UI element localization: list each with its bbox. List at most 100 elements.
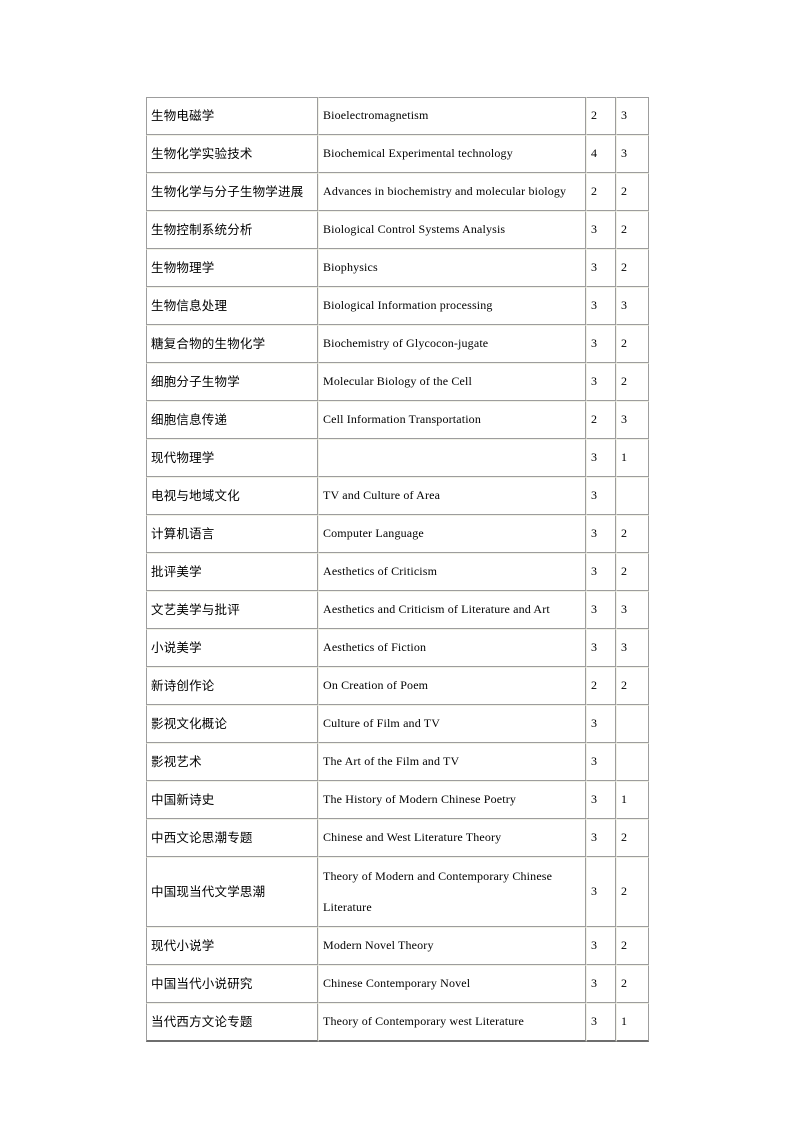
table-row: 小说美学 Aesthetics of Fiction 3 3 <box>146 629 649 667</box>
course-name-chinese: 中国当代小说研究 <box>146 965 318 1003</box>
course-name-english-line: Chinese and West Literature Theory <box>323 830 502 845</box>
course-name-chinese: 影视艺术 <box>146 743 318 781</box>
course-name-english: Molecular Biology of the Cell <box>318 363 586 401</box>
course-name-english-line: Chinese Contemporary Novel <box>323 976 471 991</box>
course-name-chinese: 中西文论思潮专题 <box>146 819 318 857</box>
table-row: 中国新诗史 The History of Modern Chinese Poetr… <box>146 781 649 819</box>
course-name-english-line: Advances in biochemistry and molecular b… <box>323 184 567 199</box>
table-row: 中西文论思潮专题 Chinese and West Literature Theo… <box>146 819 649 857</box>
course-hours: 3 <box>616 629 649 667</box>
course-name-english: On Creation of Poem <box>318 667 586 705</box>
course-credits: 3 <box>586 629 616 667</box>
course-name-english: Biophysics <box>318 249 586 287</box>
course-name-english: Biochemistry of Glycocon-jugate <box>318 325 586 363</box>
course-credits: 3 <box>586 477 616 515</box>
course-hours: 2 <box>616 515 649 553</box>
course-name-chinese: 小说美学 <box>146 629 318 667</box>
course-name-chinese: 生物化学实验技术 <box>146 135 318 173</box>
table-row: 现代小说学 Modern Novel Theory 3 2 <box>146 927 649 965</box>
table-row: 细胞分子生物学 Molecular Biology of the Cell 3 2 <box>146 363 649 401</box>
table-row: 生物物理学 Biophysics 3 2 <box>146 249 649 287</box>
course-name-english: Advances in biochemistry and molecular b… <box>318 173 586 211</box>
course-name-chinese: 生物电磁学 <box>146 97 318 135</box>
course-name-english-line: Aesthetics and Criticism of Literature a… <box>323 602 550 617</box>
course-hours: 2 <box>616 211 649 249</box>
table-row: 生物电磁学 Bioelectromagnetism 2 3 <box>146 97 649 135</box>
course-hours: 3 <box>616 287 649 325</box>
course-credits: 3 <box>586 819 616 857</box>
course-credits: 3 <box>586 287 616 325</box>
course-credits: 3 <box>586 553 616 591</box>
course-name-english-line: Modern Novel Theory <box>323 938 434 953</box>
course-name-english-line: The Art of the Film and TV <box>323 754 460 769</box>
course-name-english: The History of Modern Chinese Poetry <box>318 781 586 819</box>
course-hours <box>616 705 649 743</box>
course-name-chinese: 文艺美学与批评 <box>146 591 318 629</box>
course-hours: 2 <box>616 857 649 927</box>
table-row: 生物化学实验技术 Biochemical Experimental technol… <box>146 135 649 173</box>
course-hours: 1 <box>616 439 649 477</box>
course-name-english: Aesthetics and Criticism of Literature a… <box>318 591 586 629</box>
course-name-chinese: 细胞信息传递 <box>146 401 318 439</box>
course-name-chinese: 现代小说学 <box>146 927 318 965</box>
course-hours: 2 <box>616 927 649 965</box>
course-name-english-line: Computer Language <box>323 526 424 541</box>
course-credits: 2 <box>586 401 616 439</box>
course-name-chinese: 当代西方文论专题 <box>146 1003 318 1042</box>
course-credits: 3 <box>586 515 616 553</box>
course-credits: 3 <box>586 705 616 743</box>
course-name-english-line: Biochemical Experimental technology <box>323 146 513 161</box>
course-listing-table: 生物电磁学 Bioelectromagnetism 2 3 生物化学实验技术 Bioche… <box>146 97 649 1042</box>
course-name-chinese: 生物物理学 <box>146 249 318 287</box>
course-hours: 2 <box>616 553 649 591</box>
course-name-english: Biological Information processing <box>318 287 586 325</box>
course-name-english: Chinese Contemporary Novel <box>318 965 586 1003</box>
course-name-chinese: 新诗创作论 <box>146 667 318 705</box>
course-credits: 3 <box>586 363 616 401</box>
table-row: 影视文化概论 Culture of Film and TV 3 <box>146 705 649 743</box>
course-name-english <box>318 439 586 477</box>
course-credits: 3 <box>586 439 616 477</box>
course-name-english: Aesthetics of Criticism <box>318 553 586 591</box>
course-credits: 3 <box>586 927 616 965</box>
table-row: 生物信息处理 Biological Information processing 3… <box>146 287 649 325</box>
course-name-chinese: 生物信息处理 <box>146 287 318 325</box>
course-name-chinese: 糖复合物的生物化学 <box>146 325 318 363</box>
course-name-english-line: Cell Information Transportation <box>323 412 481 427</box>
course-hours: 2 <box>616 667 649 705</box>
course-name-english-line: Theory of Modern and Contemporary Chines… <box>323 869 553 884</box>
course-credits: 3 <box>586 249 616 287</box>
course-hours <box>616 477 649 515</box>
course-hours: 3 <box>616 401 649 439</box>
course-name-english: Chinese and West Literature Theory <box>318 819 586 857</box>
course-name-chinese: 现代物理学 <box>146 439 318 477</box>
course-name-english: Modern Novel Theory <box>318 927 586 965</box>
course-name-english-line: The History of Modern Chinese Poetry <box>323 792 517 807</box>
table-row: 计算机语言 Computer Language 3 2 <box>146 515 649 553</box>
course-credits: 2 <box>586 173 616 211</box>
course-credits: 4 <box>586 135 616 173</box>
course-hours: 2 <box>616 819 649 857</box>
course-name-english: TV and Culture of Area <box>318 477 586 515</box>
course-name-english: Bioelectromagnetism <box>318 97 586 135</box>
course-name-english: The Art of the Film and TV <box>318 743 586 781</box>
course-credits: 3 <box>586 591 616 629</box>
course-name-english-line: Literature <box>323 899 372 914</box>
course-name-english-line: Culture of Film and TV <box>323 716 441 731</box>
course-hours: 2 <box>616 363 649 401</box>
table-row: 生物控制系统分析 Biological Control Systems Analy… <box>146 211 649 249</box>
course-hours: 2 <box>616 325 649 363</box>
course-name-chinese: 生物化学与分子生物学进展 <box>146 173 318 211</box>
course-name-english-line: Biological Control Systems Analysis <box>323 222 506 237</box>
course-table-body: 生物电磁学 Bioelectromagnetism 2 3 生物化学实验技术 Bioche… <box>146 97 649 1042</box>
course-credits: 2 <box>586 97 616 135</box>
table-row: 糖复合物的生物化学 Biochemistry of Glycocon-jugate… <box>146 325 649 363</box>
table-row: 中国当代小说研究 Chinese Contemporary Novel 3 2 <box>146 965 649 1003</box>
course-credits: 3 <box>586 965 616 1003</box>
course-name-english-line: Biochemistry of Glycocon-jugate <box>323 336 489 351</box>
course-hours: 2 <box>616 965 649 1003</box>
course-name-english: Cell Information Transportation <box>318 401 586 439</box>
course-credits: 3 <box>586 781 616 819</box>
course-hours: 1 <box>616 781 649 819</box>
course-credits: 3 <box>586 857 616 927</box>
